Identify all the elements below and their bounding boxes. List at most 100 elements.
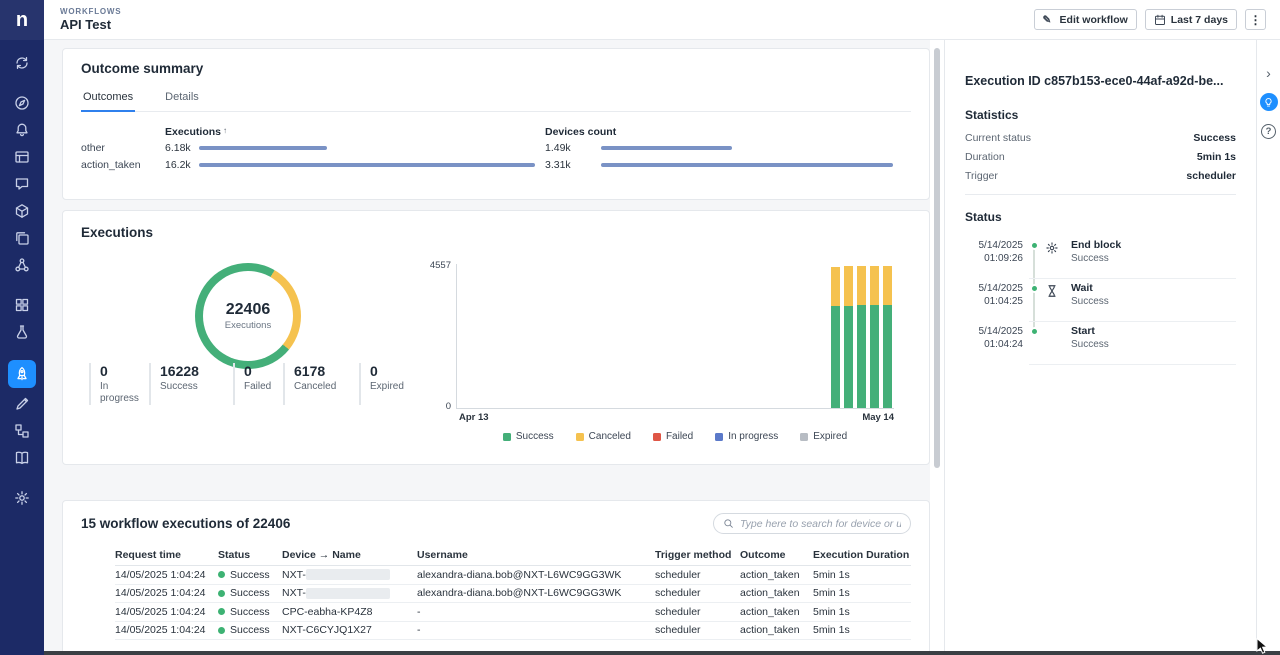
- statistics-rows: Current statusSuccessDuration5min 1sTrig…: [965, 132, 1236, 182]
- bottom-scrollbar[interactable]: [44, 651, 1280, 655]
- header-titles: WORKFLOWS API Test: [60, 7, 121, 32]
- device-cell: NXT-: [282, 569, 417, 581]
- sidebar-item-docs[interactable]: [0, 444, 44, 471]
- bar-may-10[interactable]: [831, 267, 840, 408]
- sidebar-item-experience[interactable]: [0, 318, 44, 345]
- sidebar-item-library[interactable]: [0, 224, 44, 251]
- statistic-value: Success: [1193, 132, 1236, 144]
- table-row[interactable]: 14/05/2025 1:04:24SuccessCPC-eabha-KP4Z8…: [115, 603, 911, 622]
- tab-details[interactable]: Details: [163, 85, 201, 111]
- search-icon: [723, 518, 734, 529]
- request-time-cell: 14/05/2025 1:04:24: [115, 606, 218, 618]
- canceled-segment: [857, 266, 866, 305]
- collapse-panel-chevron-icon[interactable]: ›: [1266, 66, 1271, 80]
- bar-may-14[interactable]: [883, 266, 892, 408]
- outcome-row-action_taken: action_taken16.2k3.31k: [81, 156, 911, 173]
- status-cell: Success: [218, 606, 282, 618]
- executions-bar-chart[interactable]: 4557 0 Apr 13 May 14: [456, 264, 894, 409]
- date-range-button[interactable]: Last 7 days: [1145, 9, 1237, 30]
- legend-swatch-icon: [715, 433, 723, 441]
- sidebar-item-bell[interactable]: [0, 116, 44, 143]
- success-dot-icon: [218, 627, 225, 634]
- legend-canceled[interactable]: Canceled: [576, 431, 631, 442]
- trigger-cell: scheduler: [655, 587, 740, 599]
- bar-may-11[interactable]: [844, 266, 853, 408]
- edit-workflow-button[interactable]: ✎ Edit workflow: [1034, 9, 1137, 30]
- scrollbar-thumb[interactable]: [934, 48, 940, 468]
- outcome-table-header: Executions↑ Devices count: [81, 124, 911, 139]
- sidebar-item-flows[interactable]: [0, 417, 44, 444]
- column-header[interactable]: Trigger method: [655, 549, 740, 561]
- outcome-label: action_taken: [81, 159, 165, 171]
- search-box[interactable]: [713, 513, 911, 534]
- outcome-label: other: [81, 142, 165, 154]
- legend-success[interactable]: Success: [503, 431, 554, 442]
- sidebar-item-grid[interactable]: [0, 291, 44, 318]
- duration-cell: 5min 1s: [813, 606, 911, 618]
- stat-value: 16228: [160, 363, 233, 379]
- vertical-scrollbar[interactable]: [930, 40, 944, 654]
- legend-expired[interactable]: Expired: [800, 431, 847, 442]
- executions-bar: [199, 145, 545, 150]
- search-input[interactable]: [740, 518, 901, 530]
- legend-in-progress[interactable]: In progress: [715, 431, 778, 442]
- x-axis-start-label: Apr 13: [459, 412, 489, 423]
- stat-label: In progress: [100, 381, 149, 405]
- dashboard-icon: [14, 149, 30, 165]
- library-icon: [14, 230, 30, 246]
- request-time-cell: 14/05/2025 1:04:24: [115, 624, 218, 636]
- request-time-cell: 14/05/2025 1:04:24: [115, 569, 218, 581]
- column-header[interactable]: Status: [218, 549, 282, 561]
- stat-success: 16228Success: [149, 363, 233, 405]
- timeline-step-status: Success: [1071, 296, 1236, 307]
- device-cell: NXT-C6CYJQ1X27: [282, 624, 417, 636]
- tab-outcomes[interactable]: Outcomes: [81, 85, 135, 112]
- sidebar-item-sync[interactable]: [0, 49, 44, 76]
- timeline-step-title: Wait: [1071, 282, 1236, 294]
- stat-canceled: 6178Canceled: [283, 363, 359, 405]
- kebab-menu-button[interactable]: ⋮: [1245, 9, 1266, 30]
- nexthink-logo[interactable]: n: [0, 0, 44, 40]
- sidebar-item-design[interactable]: [0, 390, 44, 417]
- settings-icon: [14, 490, 30, 506]
- executions-table-card: 15 workflow executions of 22406 Request …: [62, 500, 930, 654]
- stat-value: 0: [244, 363, 283, 379]
- timeline-item-end-block[interactable]: 5/14/202501:09:26End blockSuccess: [965, 236, 1236, 279]
- outcome-summary-title: Outcome summary: [81, 61, 911, 76]
- executions-column-header[interactable]: Executions↑: [165, 126, 545, 138]
- assistant-icon[interactable]: [1260, 93, 1278, 111]
- sidebar-item-integrations[interactable]: [0, 251, 44, 278]
- timeline-success-dot-icon: [1030, 284, 1039, 293]
- legend-failed[interactable]: Failed: [653, 431, 693, 442]
- timeline-item-wait[interactable]: 5/14/202501:04:25WaitSuccess: [965, 279, 1236, 322]
- executions-donut-chart[interactable]: 22406 Executions: [195, 263, 301, 369]
- sidebar-item-package[interactable]: [0, 197, 44, 224]
- timeline-item-start[interactable]: 5/14/202501:04:24StartSuccess: [965, 322, 1236, 365]
- column-header[interactable]: Request time: [115, 549, 218, 561]
- column-header[interactable]: Username: [417, 549, 655, 561]
- column-header[interactable]: Outcome: [740, 549, 813, 561]
- executions-card: Executions 22406 Executions 0In progress…: [62, 210, 930, 465]
- table-row[interactable]: 14/05/2025 1:04:24SuccessNXT-alexandra-d…: [115, 566, 911, 585]
- sidebar-item-feedback[interactable]: [0, 170, 44, 197]
- sidebar-item-compass[interactable]: [0, 89, 44, 116]
- help-icon[interactable]: ?: [1261, 124, 1276, 139]
- bar-may-13[interactable]: [870, 266, 879, 408]
- devices-column-header[interactable]: Devices count: [545, 126, 911, 138]
- success-dot-icon: [218, 608, 225, 615]
- legend-label: Success: [516, 431, 554, 442]
- column-header[interactable]: Device → Name: [282, 549, 417, 561]
- app-root: n WORKFLOWS API Test ✎ Edit workflow Las…: [0, 0, 1280, 655]
- timeline-step-status: Success: [1071, 253, 1236, 264]
- outcome-cell: action_taken: [740, 587, 813, 599]
- legend-swatch-icon: [800, 433, 808, 441]
- legend-swatch-icon: [503, 433, 511, 441]
- bar-may-12[interactable]: [857, 266, 866, 408]
- success-segment: [844, 306, 853, 409]
- table-row[interactable]: 14/05/2025 1:04:24SuccessNXT-C6CYJQ1X27-…: [115, 622, 911, 641]
- sidebar-item-settings[interactable]: [0, 484, 44, 511]
- sidebar-item-dashboard[interactable]: [0, 143, 44, 170]
- table-row[interactable]: 14/05/2025 1:04:24SuccessNXT-alexandra-d…: [115, 585, 911, 604]
- sidebar-item-workflows[interactable]: [0, 358, 44, 390]
- column-header[interactable]: Execution Duration: [813, 549, 911, 561]
